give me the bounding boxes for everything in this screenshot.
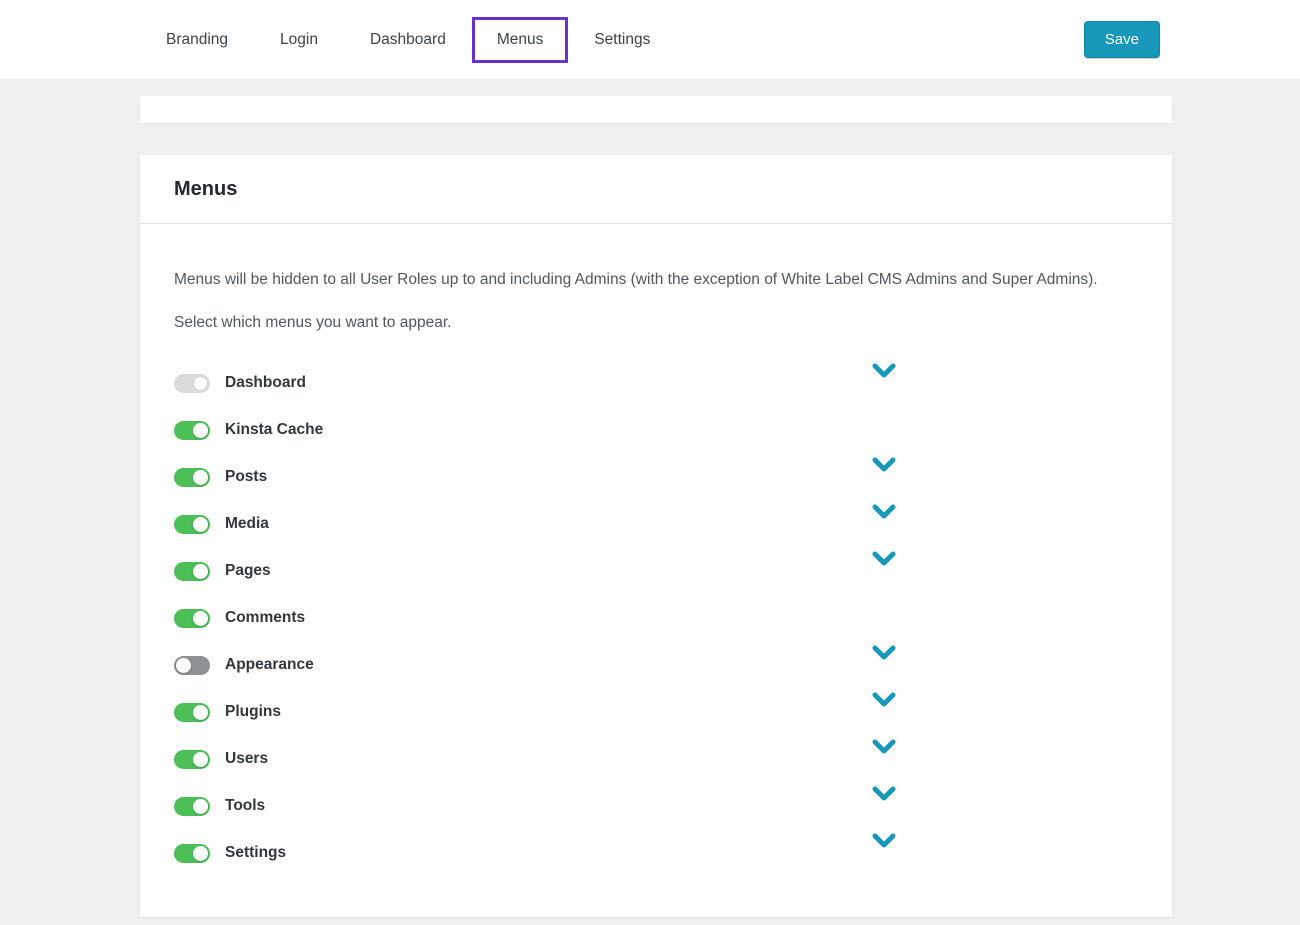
menu-label: Posts bbox=[225, 468, 267, 486]
menus-description: Menus will be hidden to all User Roles u… bbox=[174, 266, 1116, 293]
save-button[interactable]: Save bbox=[1084, 21, 1160, 58]
menu-label: Plugins bbox=[225, 703, 281, 721]
toggle-pages[interactable] bbox=[174, 562, 210, 581]
menus-panel: Menus Menus will be hidden to all User R… bbox=[140, 155, 1172, 917]
menu-row-users: Users bbox=[174, 736, 1116, 783]
toggle-posts[interactable] bbox=[174, 468, 210, 487]
menu-label: Tools bbox=[225, 797, 265, 815]
menu-label: Settings bbox=[225, 844, 286, 862]
toggle-knob bbox=[193, 517, 208, 532]
chevron-down-icon[interactable] bbox=[872, 692, 896, 708]
menu-label: Media bbox=[225, 515, 269, 533]
tab-list: BrandingLoginDashboardMenusSettings bbox=[140, 14, 676, 66]
toggle-media[interactable] bbox=[174, 515, 210, 534]
menu-label: Kinsta Cache bbox=[225, 421, 323, 439]
menu-label: Pages bbox=[225, 562, 271, 580]
chevron-down-icon[interactable] bbox=[872, 645, 896, 661]
chevron-down-icon[interactable] bbox=[872, 739, 896, 755]
toggle-knob bbox=[193, 423, 208, 438]
panel-header: Menus bbox=[140, 155, 1172, 224]
chevron-down-icon[interactable] bbox=[872, 363, 896, 379]
toggle-knob bbox=[193, 752, 208, 767]
menu-row-tools: Tools bbox=[174, 783, 1116, 830]
toggle-knob bbox=[193, 705, 208, 720]
menu-label: Appearance bbox=[225, 656, 314, 674]
toggle-comments[interactable] bbox=[174, 609, 210, 628]
tab-login[interactable]: Login bbox=[254, 14, 344, 66]
tab-branding[interactable]: Branding bbox=[140, 14, 254, 66]
toggle-knob bbox=[193, 564, 208, 579]
menu-row-media: Media bbox=[174, 501, 1116, 548]
toggle-appearance[interactable] bbox=[174, 656, 210, 675]
menus-instruction: Select which menus you want to appear. bbox=[174, 311, 1116, 336]
menu-row-comments: Comments bbox=[174, 595, 1116, 642]
chevron-down-icon[interactable] bbox=[872, 786, 896, 802]
toggle-dashboard[interactable] bbox=[174, 374, 210, 393]
toggle-tools[interactable] bbox=[174, 797, 210, 816]
page-title: Menus bbox=[174, 178, 1138, 201]
menu-row-appearance: Appearance bbox=[174, 642, 1116, 689]
toggle-knob bbox=[193, 376, 208, 391]
toggle-users[interactable] bbox=[174, 750, 210, 769]
menu-row-posts: Posts bbox=[174, 454, 1116, 501]
top-navigation: BrandingLoginDashboardMenusSettings Save bbox=[0, 0, 1300, 79]
menu-row-kinsta-cache: Kinsta Cache bbox=[174, 407, 1116, 454]
tab-settings[interactable]: Settings bbox=[568, 14, 676, 66]
tab-dashboard[interactable]: Dashboard bbox=[344, 14, 472, 66]
panel-body: Menus will be hidden to all User Roles u… bbox=[140, 224, 1172, 917]
tab-menus[interactable]: Menus bbox=[472, 17, 569, 63]
toggle-knob bbox=[193, 470, 208, 485]
nav-panel-bottom-strip bbox=[140, 96, 1172, 123]
toggle-knob bbox=[193, 799, 208, 814]
chevron-down-icon[interactable] bbox=[872, 833, 896, 849]
toggle-plugins[interactable] bbox=[174, 703, 210, 722]
toggle-knob bbox=[193, 611, 208, 626]
menu-row-settings: Settings bbox=[174, 830, 1116, 877]
toggle-knob bbox=[193, 846, 208, 861]
menu-row-pages: Pages bbox=[174, 548, 1116, 595]
menu-row-plugins: Plugins bbox=[174, 689, 1116, 736]
menu-label: Users bbox=[225, 750, 268, 768]
toggle-knob bbox=[176, 658, 191, 673]
menu-label: Dashboard bbox=[225, 374, 306, 392]
chevron-down-icon[interactable] bbox=[872, 551, 896, 567]
menu-label: Comments bbox=[225, 609, 305, 627]
chevron-down-icon[interactable] bbox=[872, 457, 896, 473]
chevron-down-icon[interactable] bbox=[872, 504, 896, 520]
menu-list: Dashboard Kinsta Cache Posts Media bbox=[174, 360, 1116, 877]
menu-row-dashboard: Dashboard bbox=[174, 360, 1116, 407]
toggle-settings[interactable] bbox=[174, 844, 210, 863]
toggle-kinsta-cache[interactable] bbox=[174, 421, 210, 440]
